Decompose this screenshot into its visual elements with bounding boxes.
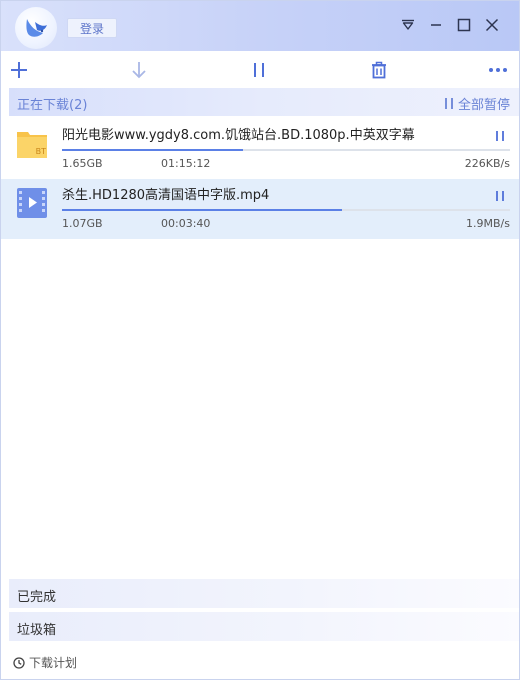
menu-dropdown-button[interactable]: [399, 16, 417, 34]
pause-all-button[interactable]: 全部暂停: [444, 94, 510, 113]
triangle-down-icon: [402, 19, 414, 30]
download-speed: 1.9MB/s: [466, 217, 510, 230]
pause-button[interactable]: [248, 59, 270, 81]
trash-icon: [372, 61, 386, 79]
file-size: 1.65GB: [62, 157, 103, 170]
more-button[interactable]: [487, 59, 509, 81]
download-name: 阳光电影www.ygdy8.com.饥饿站台.BD.1080p.中英双字幕: [62, 128, 415, 143]
maximize-icon: [457, 18, 471, 32]
download-item[interactable]: BT 阳光电影www.ygdy8.com.饥饿站台.BD.1080p.中英双字幕…: [1, 119, 519, 179]
file-size: 1.07GB: [62, 217, 103, 230]
progress-fill: [62, 209, 342, 211]
bird-logo-icon: [26, 19, 47, 37]
minimize-button[interactable]: [427, 16, 445, 34]
item-pause-button[interactable]: [493, 189, 507, 203]
download-item[interactable]: 杀生.HD1280高清国语中字版.mp4 1.07GB 00:03:40 1.9…: [1, 179, 519, 239]
more-dots-icon: [489, 68, 507, 72]
download-manager-window: 登录 正在下载(2) 全部暂停 BT 阳光电影www.ygdy8.com.饥饿站…: [0, 0, 520, 680]
download-schedule-button[interactable]: 下载计划: [13, 654, 77, 671]
download-speed: 226KB/s: [464, 157, 510, 170]
completed-section[interactable]: 已完成: [9, 579, 519, 608]
progress-bar: [62, 149, 510, 151]
downloading-title: 正在下载(2): [17, 98, 88, 113]
pause-icon: [496, 191, 504, 201]
progress-fill: [62, 149, 244, 151]
trash-section[interactable]: 垃圾箱: [9, 612, 519, 641]
completed-label: 已完成: [17, 590, 57, 605]
clock-icon: [13, 656, 25, 669]
arrow-down-icon: [132, 62, 146, 79]
schedule-label: 下载计划: [29, 656, 78, 670]
trash-label: 垃圾箱: [17, 623, 57, 638]
avatar[interactable]: [15, 7, 57, 49]
toolbar: [1, 51, 519, 89]
pause-icon: [254, 63, 264, 77]
downloading-section-header[interactable]: 正在下载(2) 全部暂停: [9, 88, 519, 116]
time-remaining: 00:03:40: [161, 217, 211, 230]
bt-badge: BT: [35, 147, 46, 156]
pause-icon: [445, 98, 453, 109]
minimize-icon: [431, 24, 441, 26]
title-bar: 登录: [1, 1, 519, 51]
close-icon: [485, 18, 499, 32]
pause-icon: [496, 131, 504, 141]
close-button[interactable]: [483, 16, 501, 34]
delete-button[interactable]: [368, 59, 390, 81]
pause-all-label: 全部暂停: [457, 98, 510, 113]
bt-folder-icon: BT: [16, 127, 48, 159]
download-name: 杀生.HD1280高清国语中字版.mp4: [62, 188, 270, 203]
video-file-icon: [16, 187, 48, 219]
maximize-button[interactable]: [455, 16, 473, 34]
progress-bar: [62, 209, 510, 211]
plus-icon: [11, 62, 27, 78]
add-task-button[interactable]: [8, 59, 30, 81]
item-pause-button[interactable]: [493, 129, 507, 143]
time-remaining: 01:15:12: [161, 157, 211, 170]
start-download-button[interactable]: [128, 59, 150, 81]
login-button[interactable]: 登录: [67, 18, 117, 38]
